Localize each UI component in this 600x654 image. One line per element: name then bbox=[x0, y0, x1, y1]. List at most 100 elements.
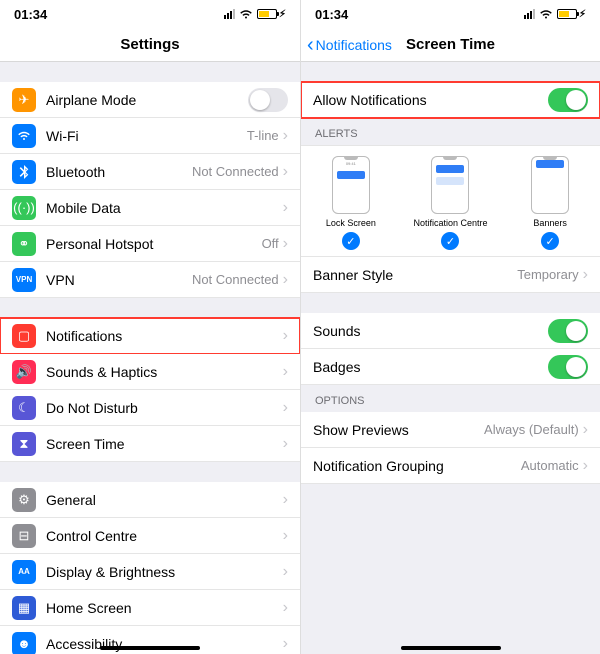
chevron-right-icon: › bbox=[583, 457, 588, 475]
row-label: Control Centre bbox=[46, 528, 283, 544]
row-sounds-toggle[interactable]: Sounds bbox=[301, 313, 600, 349]
chevron-right-icon: › bbox=[283, 327, 288, 345]
vpn-icon: VPN bbox=[12, 268, 36, 292]
hotspot-icon: ⚭ bbox=[12, 232, 36, 256]
alert-banners[interactable]: Banners ✓ bbox=[501, 156, 600, 250]
row-label: Do Not Disturb bbox=[46, 400, 283, 416]
nav-bar: Settings bbox=[0, 28, 300, 62]
chevron-right-icon: › bbox=[283, 399, 288, 417]
airplane-icon: ✈︎ bbox=[12, 88, 36, 112]
row-badges-toggle[interactable]: Badges bbox=[301, 349, 600, 385]
chevron-right-icon: › bbox=[283, 235, 288, 253]
row-general[interactable]: ⚙︎ General › bbox=[0, 482, 300, 518]
sounds-icon: 🔊 bbox=[12, 360, 36, 384]
row-label: VPN bbox=[46, 272, 192, 288]
back-label: Notifications bbox=[316, 37, 392, 53]
notifications-icon: ▢ bbox=[12, 324, 36, 348]
notification-settings-screen: 01:34 ⚡︎ ‹ Notifications Screen Time All… bbox=[300, 0, 600, 654]
home-indicator[interactable] bbox=[100, 646, 200, 650]
charging-icon: ⚡︎ bbox=[579, 9, 586, 20]
row-display[interactable]: AA Display & Brightness › bbox=[0, 554, 300, 590]
chevron-right-icon: › bbox=[283, 599, 288, 617]
airplane-switch[interactable] bbox=[248, 88, 288, 112]
home-indicator[interactable] bbox=[401, 646, 501, 650]
battery-icon bbox=[557, 9, 577, 19]
row-banner-style[interactable]: Banner Style Temporary › bbox=[301, 257, 600, 293]
check-icon[interactable]: ✓ bbox=[342, 232, 360, 250]
page-title: Screen Time bbox=[406, 36, 495, 53]
row-label: Banner Style bbox=[313, 267, 517, 283]
row-label: Airplane Mode bbox=[46, 92, 248, 108]
row-dnd[interactable]: ☾ Do Not Disturb › bbox=[0, 390, 300, 426]
signal-icon bbox=[224, 9, 235, 19]
chevron-right-icon: › bbox=[283, 563, 288, 581]
row-label: Allow Notifications bbox=[313, 92, 548, 108]
chevron-right-icon: › bbox=[583, 421, 588, 439]
chevron-right-icon: › bbox=[283, 163, 288, 181]
allow-notifications-switch[interactable] bbox=[548, 88, 588, 112]
row-detail: Always (Default) bbox=[484, 422, 579, 437]
row-label: Screen Time bbox=[46, 436, 283, 452]
chevron-right-icon: › bbox=[283, 199, 288, 217]
sounds-switch[interactable] bbox=[548, 319, 588, 343]
row-label: Display & Brightness bbox=[46, 564, 283, 580]
row-sounds[interactable]: 🔊 Sounds & Haptics › bbox=[0, 354, 300, 390]
row-mobile-data[interactable]: ((·)) Mobile Data › bbox=[0, 190, 300, 226]
row-label: Show Previews bbox=[313, 422, 484, 438]
chevron-right-icon: › bbox=[283, 363, 288, 381]
row-label: General bbox=[46, 492, 283, 508]
row-allow-notifications[interactable]: Allow Notifications bbox=[301, 82, 600, 118]
row-home-screen[interactable]: ▦ Home Screen › bbox=[0, 590, 300, 626]
row-detail: Off bbox=[262, 236, 279, 251]
row-label: Sounds & Haptics bbox=[46, 364, 283, 380]
back-button[interactable]: ‹ Notifications bbox=[307, 35, 392, 55]
row-detail: Temporary bbox=[517, 267, 578, 282]
badges-switch[interactable] bbox=[548, 355, 588, 379]
row-show-previews[interactable]: Show Previews Always (Default) › bbox=[301, 412, 600, 448]
chevron-right-icon: › bbox=[283, 435, 288, 453]
row-control-centre[interactable]: ⊟ Control Centre › bbox=[0, 518, 300, 554]
bluetooth-icon bbox=[12, 160, 36, 184]
wifi-status-icon bbox=[239, 9, 253, 19]
row-vpn[interactable]: VPN VPN Not Connected › bbox=[0, 262, 300, 298]
row-airplane[interactable]: ✈︎ Airplane Mode bbox=[0, 82, 300, 118]
alerts-header: ALERTS bbox=[301, 118, 600, 145]
charging-icon: ⚡︎ bbox=[279, 9, 286, 20]
status-bar: 01:34 ⚡︎ bbox=[301, 0, 600, 28]
row-wifi[interactable]: Wi-Fi T-line › bbox=[0, 118, 300, 154]
notification-settings-list[interactable]: Allow Notifications ALERTS 09:41 Lock Sc… bbox=[301, 62, 600, 654]
settings-list[interactable]: ✈︎ Airplane Mode Wi-Fi T-line › Bluetoot… bbox=[0, 62, 300, 654]
check-icon[interactable]: ✓ bbox=[541, 232, 559, 250]
row-screentime[interactable]: ⧗ Screen Time › bbox=[0, 426, 300, 462]
display-icon: AA bbox=[12, 560, 36, 584]
settings-screen: 01:34 ⚡︎ Settings ✈︎ Airplane Mode Wi-Fi… bbox=[0, 0, 300, 654]
chevron-right-icon: › bbox=[583, 266, 588, 284]
row-bluetooth[interactable]: Bluetooth Not Connected › bbox=[0, 154, 300, 190]
alert-notification-centre[interactable]: Notification Centre ✓ bbox=[401, 156, 500, 250]
signal-icon bbox=[524, 9, 535, 19]
alerts-styles: 09:41 Lock Screen ✓ Notification Centre … bbox=[301, 145, 600, 257]
alert-label: Banners bbox=[533, 218, 567, 228]
status-time: 01:34 bbox=[315, 7, 348, 22]
moon-icon: ☾ bbox=[12, 396, 36, 420]
alert-label: Lock Screen bbox=[326, 218, 376, 228]
status-bar: 01:34 ⚡︎ bbox=[0, 0, 300, 28]
row-label: Badges bbox=[313, 359, 548, 375]
chevron-right-icon: › bbox=[283, 527, 288, 545]
row-hotspot[interactable]: ⚭ Personal Hotspot Off › bbox=[0, 226, 300, 262]
antenna-icon: ((·)) bbox=[12, 196, 36, 220]
row-label: Notifications bbox=[46, 328, 283, 344]
chevron-right-icon: › bbox=[283, 271, 288, 289]
page-title: Settings bbox=[120, 36, 179, 53]
row-notifications[interactable]: ▢ Notifications › bbox=[0, 318, 300, 354]
row-label: Personal Hotspot bbox=[46, 236, 262, 252]
hourglass-icon: ⧗ bbox=[12, 432, 36, 456]
row-detail: Not Connected bbox=[192, 164, 279, 179]
status-time: 01:34 bbox=[14, 7, 47, 22]
alert-lockscreen[interactable]: 09:41 Lock Screen ✓ bbox=[302, 156, 401, 250]
row-notification-grouping[interactable]: Notification Grouping Automatic › bbox=[301, 448, 600, 484]
row-label: Home Screen bbox=[46, 600, 283, 616]
alert-label: Notification Centre bbox=[413, 218, 487, 228]
check-icon[interactable]: ✓ bbox=[441, 232, 459, 250]
row-label: Sounds bbox=[313, 323, 548, 339]
